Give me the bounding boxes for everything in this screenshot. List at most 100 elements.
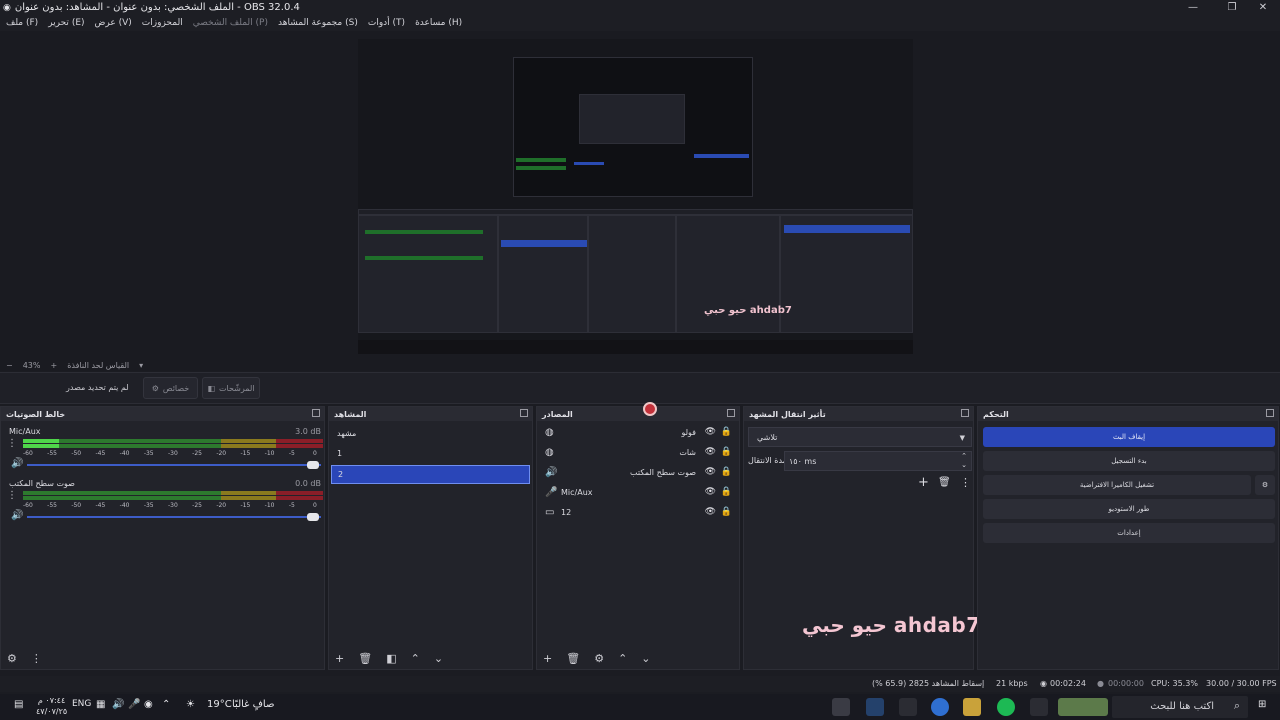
- source-item[interactable]: ▭ 12 👁 🔒: [539, 504, 738, 523]
- zoom-dropdown-icon[interactable]: ▾: [139, 361, 143, 370]
- add-transition-icon[interactable]: +: [918, 475, 929, 490]
- eye-icon[interactable]: 👁: [705, 507, 716, 517]
- channel-menu-icon[interactable]: ⋮: [7, 490, 17, 501]
- volume-icon[interactable]: 🔊: [112, 699, 124, 715]
- settings-app-icon[interactable]: [899, 698, 917, 716]
- advanced-audio-icon[interactable]: ⚙: [7, 652, 17, 665]
- add-scene-icon[interactable]: +: [335, 652, 344, 665]
- menu-view[interactable]: عرض (V): [95, 18, 132, 28]
- obs-app-icon[interactable]: [832, 698, 850, 716]
- studio-mode-button[interactable]: طور الاستوديو: [983, 499, 1275, 519]
- move-up-icon[interactable]: ⌃: [411, 652, 420, 665]
- zoom-fit-select[interactable]: القياس لحد النافذة: [67, 361, 129, 370]
- scene-item[interactable]: مشهد: [331, 424, 530, 443]
- dock-float-icon[interactable]: [312, 409, 320, 417]
- meter-tick-label: -40: [119, 502, 130, 509]
- dock-float-icon[interactable]: [520, 409, 528, 417]
- chrome-app-icon[interactable]: [931, 698, 949, 716]
- move-down-icon[interactable]: ⌄: [434, 652, 443, 665]
- eye-icon[interactable]: 👁: [705, 467, 716, 477]
- speaker-icon[interactable]: 🔊: [11, 510, 23, 521]
- transition-menu-icon[interactable]: ⋮: [960, 476, 971, 489]
- taskbar-search[interactable]: اكتب هنا للبحث ⌕: [1112, 696, 1248, 718]
- dock-float-icon[interactable]: [961, 409, 969, 417]
- widget-image[interactable]: [1058, 698, 1108, 716]
- notifications-icon[interactable]: ▤: [14, 699, 23, 715]
- maximize-button[interactable]: ❐: [1215, 0, 1249, 15]
- source-item[interactable]: 🎤 Mic/Aux 👁 🔒: [539, 484, 738, 503]
- virtual-camera-button[interactable]: تشغيل الكاميرا الافتراضية: [983, 475, 1251, 495]
- scene-item[interactable]: 1: [331, 444, 530, 463]
- obs-logo-icon: ◉: [3, 2, 11, 13]
- move-down-icon[interactable]: ⌄: [641, 652, 650, 665]
- lock-icon[interactable]: 🔒: [721, 447, 732, 457]
- add-source-icon[interactable]: +: [543, 652, 552, 665]
- obs-tray-icon[interactable]: ◉: [144, 699, 153, 715]
- spin-arrows-icon[interactable]: ⌃ ⌄: [961, 452, 967, 470]
- stop-streaming-button[interactable]: إيقاف البث: [983, 427, 1275, 447]
- duration-value: ١٥٠ ms: [789, 456, 817, 466]
- duration-input[interactable]: ١٥٠ ms ⌃ ⌄: [784, 451, 972, 471]
- menu-scene-collection[interactable]: مجموعة المشاهد (S): [278, 18, 358, 28]
- explorer-app-icon[interactable]: [963, 698, 981, 716]
- weather-text[interactable]: صافٍ غالبًا: [232, 699, 274, 715]
- scenes-footer: + 🗑 ◧ ⌃ ⌄: [329, 647, 532, 669]
- search-placeholder: اكتب هنا للبحث: [1150, 701, 1214, 712]
- menu-docks[interactable]: المحزوزات: [142, 18, 183, 28]
- remove-scene-icon[interactable]: 🗑: [358, 652, 372, 665]
- filters-button[interactable]: ◧ المرشّحات: [202, 377, 260, 399]
- menu-help[interactable]: مساعدة (H): [415, 18, 462, 28]
- network-icon[interactable]: ▦: [96, 699, 105, 715]
- preview-canvas[interactable]: حيو حبي ahdab7: [358, 39, 913, 354]
- eye-icon[interactable]: 👁: [705, 447, 716, 457]
- menu-edit[interactable]: تحرير (E): [48, 18, 84, 28]
- minimize-button[interactable]: —: [1176, 0, 1210, 15]
- lock-icon[interactable]: 🔒: [721, 467, 732, 477]
- virtual-camera-settings-button[interactable]: ⚙: [1255, 475, 1275, 495]
- menu-profile[interactable]: الملف الشخصي (P): [193, 18, 268, 28]
- clock-date: ٤٧/٠٧/٢٥: [36, 707, 68, 716]
- volume-slider[interactable]: [27, 464, 321, 466]
- mouse-cursor: [643, 402, 657, 416]
- spotify-app-icon[interactable]: [997, 698, 1015, 716]
- lock-icon[interactable]: 🔒: [721, 507, 732, 517]
- transition-select[interactable]: تلاشي ▼: [748, 427, 972, 447]
- scene-item-selected[interactable]: 2: [331, 465, 530, 484]
- zoom-out-button[interactable]: −: [6, 361, 13, 370]
- dock-float-icon[interactable]: [727, 409, 735, 417]
- task-view-icon[interactable]: [1030, 698, 1048, 716]
- start-recording-button[interactable]: بدء التسجيل: [983, 451, 1275, 471]
- volume-slider[interactable]: [27, 516, 321, 518]
- settings-button[interactable]: إعدادات: [983, 523, 1275, 543]
- dock-float-icon[interactable]: [1266, 409, 1274, 417]
- volume-slider-knob[interactable]: [307, 513, 319, 521]
- properties-button[interactable]: ⚙ خصائص: [143, 377, 198, 399]
- source-item[interactable]: 🔊 صوت سطح المكتب 👁 🔒: [539, 464, 738, 483]
- source-properties-icon[interactable]: ⚙: [594, 652, 604, 665]
- lock-icon[interactable]: 🔒: [721, 487, 732, 497]
- move-up-icon[interactable]: ⌃: [618, 652, 627, 665]
- scene-filters-icon[interactable]: ◧: [386, 652, 396, 665]
- remove-source-icon[interactable]: 🗑: [566, 652, 580, 665]
- remove-transition-icon[interactable]: 🗑: [938, 477, 951, 488]
- eye-icon[interactable]: 👁: [705, 487, 716, 497]
- mixer-menu-icon[interactable]: ⋮: [31, 652, 42, 665]
- zoom-in-button[interactable]: +: [50, 361, 57, 370]
- menu-tools[interactable]: أدوات (T): [368, 18, 405, 28]
- lock-icon[interactable]: 🔒: [721, 427, 732, 437]
- source-item[interactable]: ◍ فولو 👁 🔒: [539, 424, 738, 443]
- eye-icon[interactable]: 👁: [705, 427, 716, 437]
- close-button[interactable]: ✕: [1246, 0, 1280, 15]
- language-indicator[interactable]: ENG: [72, 699, 91, 715]
- source-item[interactable]: ◍ شات 👁 🔒: [539, 444, 738, 463]
- start-icon[interactable]: ⊞: [1258, 699, 1266, 715]
- menu-file[interactable]: ملف (F): [6, 18, 38, 28]
- microphone-icon[interactable]: 🎤: [128, 699, 140, 715]
- weather-temp[interactable]: 19°C: [207, 699, 232, 715]
- clock[interactable]: ٠٧:٤٤ م ٤٧/٠٧/٢٥: [36, 695, 67, 716]
- store-app-icon[interactable]: [866, 698, 884, 716]
- volume-slider-knob[interactable]: [307, 461, 319, 469]
- chevron-up-icon[interactable]: ⌃: [162, 699, 170, 715]
- speaker-icon[interactable]: 🔊: [11, 458, 23, 469]
- channel-menu-icon[interactable]: ⋮: [7, 438, 17, 449]
